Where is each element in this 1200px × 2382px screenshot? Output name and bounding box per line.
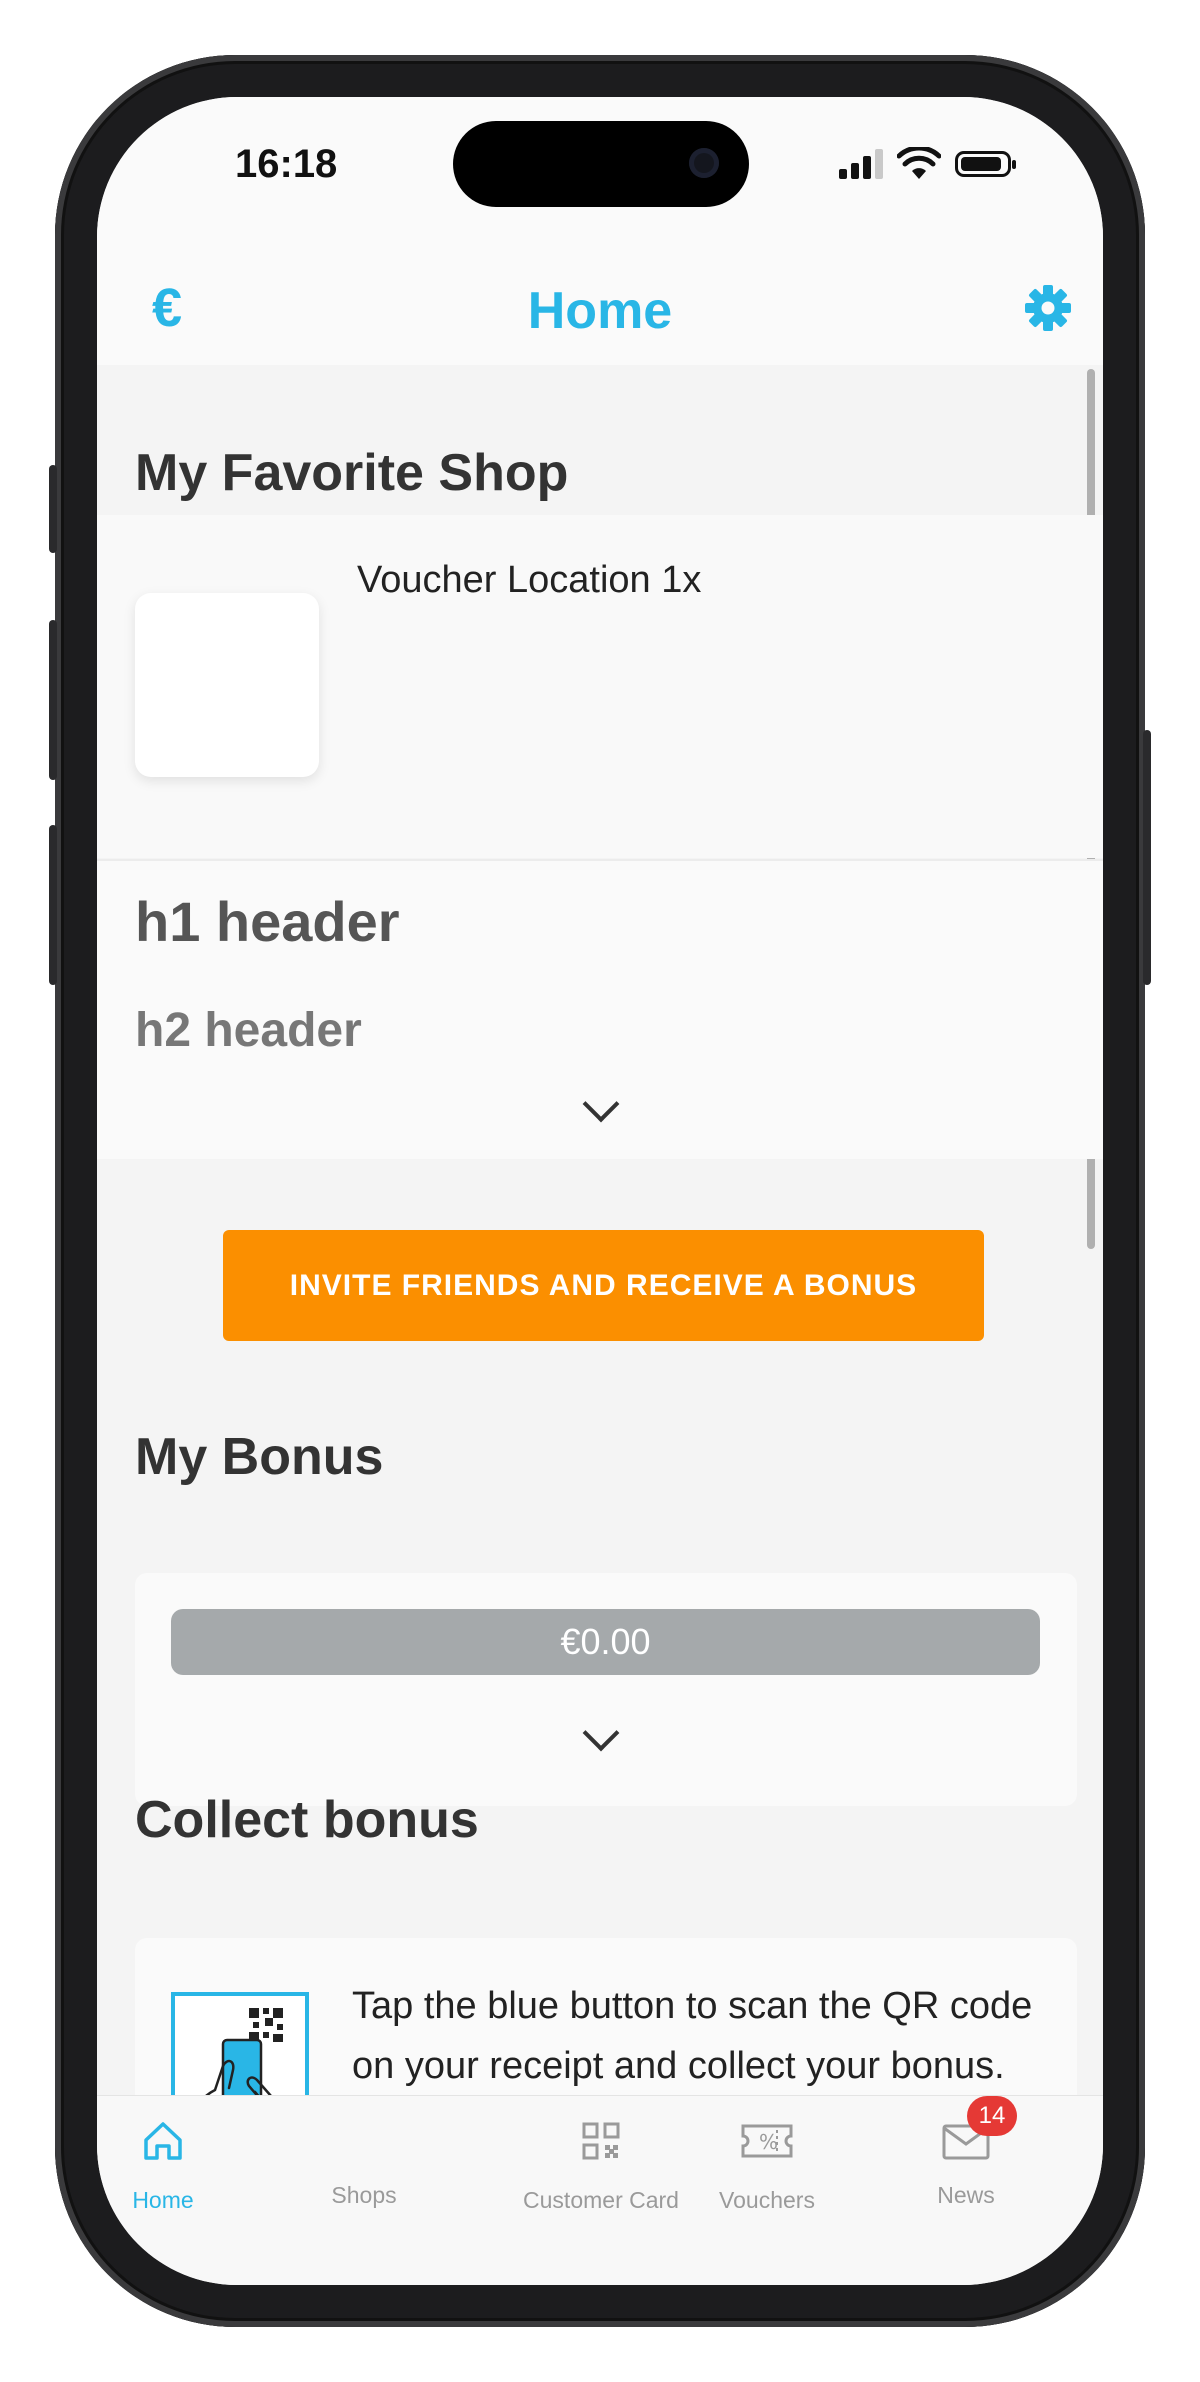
tab-bar: Home Shops Customer Card % Vouchers 14 N… <box>97 2095 1103 2285</box>
collect-bonus-title: Collect bonus <box>135 1791 479 1849</box>
qr-code-icon <box>582 2122 620 2160</box>
dynamic-island <box>453 121 749 207</box>
shop-logo <box>135 593 319 777</box>
status-time: 16:18 <box>235 142 338 186</box>
power-button <box>1143 730 1151 985</box>
bonus-card: €0.00 <box>135 1573 1077 1806</box>
camera-icon <box>689 148 719 178</box>
tab-news[interactable]: 14 News <box>866 2096 1066 2238</box>
tab-vouchers[interactable]: % Vouchers <box>667 2118 867 2238</box>
h2-header: h2 header <box>135 1004 362 1057</box>
battery-icon <box>955 151 1016 177</box>
page-title: Home <box>527 282 673 340</box>
shop-name: Voucher Location 1x <box>357 559 702 601</box>
my-bonus-title: My Bonus <box>135 1428 384 1486</box>
volume-down-button <box>49 825 57 985</box>
tab-shops[interactable]: Shops <box>264 2118 464 2238</box>
status-icons <box>839 147 1016 181</box>
phone-screen: 16:18 € Home My Favorite Shop Voucher Lo… <box>97 97 1103 2285</box>
mail-icon-wrapper: 14 <box>941 2096 1017 2164</box>
home-content[interactable]: My Favorite Shop Voucher Location 1x h1 … <box>97 365 1103 2135</box>
action-button <box>49 465 57 553</box>
home-icon <box>144 2122 182 2160</box>
chevron-down-icon[interactable] <box>582 1085 620 1123</box>
voucher-icon: % <box>741 2124 793 2158</box>
wifi-icon <box>897 147 941 179</box>
favorite-shop-title: My Favorite Shop <box>135 444 569 502</box>
h1-header: h1 header <box>135 890 400 953</box>
gear-icon[interactable] <box>1023 283 1073 333</box>
nav-bar: € Home <box>97 247 1103 365</box>
status-bar: 16:18 <box>97 97 1103 247</box>
favorite-shop-card[interactable]: Voucher Location 1x <box>97 515 1103 858</box>
tab-home[interactable]: Home <box>97 2118 263 2238</box>
content-block[interactable]: h1 header h2 header <box>97 859 1103 1159</box>
tab-label: News <box>937 2182 995 2208</box>
news-badge: 14 <box>967 2096 1017 2136</box>
bonus-amount: €0.00 <box>171 1609 1040 1675</box>
tab-label: Shops <box>331 2182 397 2208</box>
tab-label: Vouchers <box>719 2187 815 2213</box>
volume-up-button <box>49 620 57 780</box>
chevron-down-icon[interactable] <box>582 1714 620 1752</box>
collect-instructions: Tap the blue button to scan the QR code … <box>352 1985 1033 2087</box>
tab-label: Home <box>132 2187 194 2213</box>
cellular-signal-icon <box>839 149 883 179</box>
shops-icon <box>341 2118 387 2164</box>
invite-friends-button[interactable]: INVITE FRIENDS AND RECEIVE A BONUS <box>223 1230 984 1341</box>
svg-text:%: % <box>759 2130 778 2154</box>
